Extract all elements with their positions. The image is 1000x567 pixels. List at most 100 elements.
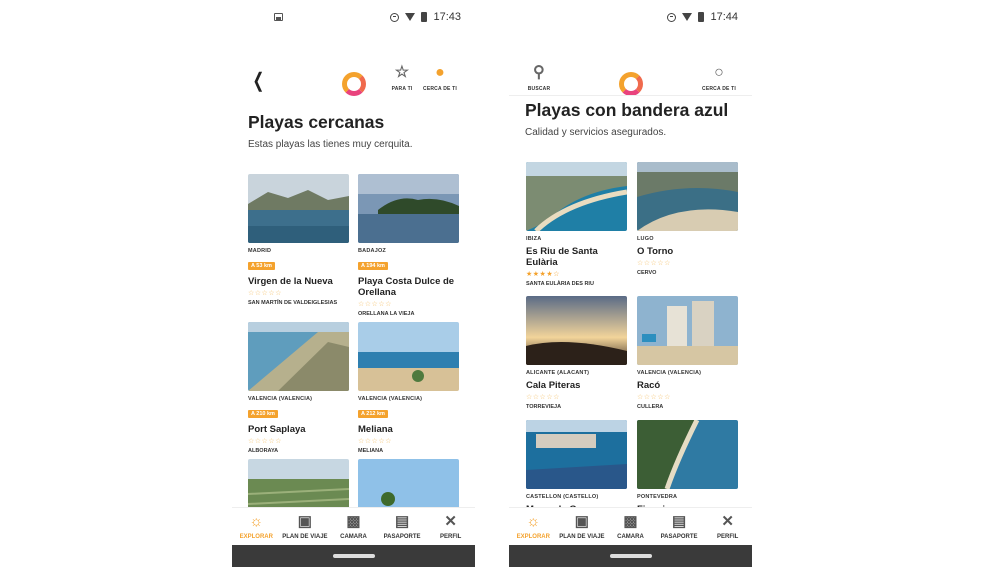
tab-perfil[interactable]: ✕ PERFIL xyxy=(704,508,752,545)
van-icon: ▣ xyxy=(574,513,589,530)
compass-icon: ☼ xyxy=(249,513,264,530)
tab-pasaporte[interactable]: ▤ PASAPORTE xyxy=(378,508,426,545)
beach-photo xyxy=(526,420,627,489)
clock: 17:44 xyxy=(710,11,738,23)
beach-card[interactable]: IBIZA Es Riu de Santa Eulària ★★★★☆ SANT… xyxy=(526,162,627,287)
beach-photo xyxy=(637,162,738,231)
tab-plan-de-viaje[interactable]: ▣ PLAN DE VIAJE xyxy=(281,508,329,545)
home-gesture-pill[interactable] xyxy=(333,554,375,558)
wifi-icon xyxy=(405,13,416,21)
card-town: CULLERA xyxy=(637,404,664,410)
card-town: SAN MARTÍN DE VALDEIGLESIAS xyxy=(248,300,338,306)
passport-icon: ▤ xyxy=(671,513,687,530)
app-logo xyxy=(619,72,643,96)
page-title: Playas con bandera azul xyxy=(525,100,729,120)
distance-badge: A 194 km xyxy=(358,262,388,270)
distance-badge: A 212 km xyxy=(358,410,388,418)
tab-explorar[interactable]: ☼ EXPLORAR xyxy=(509,508,557,545)
beach-name: O Torno xyxy=(637,246,674,257)
rating-stars: ☆☆☆☆☆ xyxy=(637,260,671,267)
clock: 17:43 xyxy=(433,11,461,23)
battery-icon xyxy=(421,12,428,22)
distance-badge: A 210 km xyxy=(248,410,278,418)
tab-camara[interactable]: ▩ CAMARA xyxy=(329,508,377,545)
search-icon: ⚲ xyxy=(533,64,545,81)
cutlery-icon: ✕ xyxy=(444,513,457,530)
wifi-icon xyxy=(682,13,693,21)
page-subtitle: Calidad y servicios asegurados. xyxy=(525,127,667,138)
card-region: VALENCIA (VALENCIA) xyxy=(637,370,702,376)
tab-camara[interactable]: ▩ CAMARA xyxy=(606,508,654,545)
beach-name: Virgen de la Nueva xyxy=(248,276,333,287)
buscar-button[interactable]: ⚲ BUSCAR xyxy=(517,64,561,92)
rating-stars: ☆☆☆☆☆ xyxy=(358,438,392,445)
passport-icon: ▤ xyxy=(394,513,410,530)
beach-card[interactable]: PONTEVEDRA Figueiras xyxy=(637,420,738,515)
beach-photo xyxy=(248,174,349,243)
system-nav-bar xyxy=(232,545,475,567)
battery-icon xyxy=(698,12,705,22)
card-region: LUGO xyxy=(637,236,654,242)
beach-photo xyxy=(358,174,459,243)
do-not-disturb-icon xyxy=(390,12,400,22)
beach-card[interactable]: VALENCIA (VALENCIA) A 212 km Meliana ☆☆☆… xyxy=(358,322,459,454)
compass-icon: ☼ xyxy=(526,513,541,530)
beach-card[interactable]: BADAJOZ A 194 km Playa Costa Dulce de Or… xyxy=(358,174,459,317)
card-region: CASTELLON (CASTELLO) xyxy=(526,494,599,500)
rating-stars: ☆☆☆☆☆ xyxy=(248,290,282,297)
beach-card[interactable]: VALENCIA (VALENCIA) Racó ☆☆☆☆☆ CULLERA xyxy=(637,296,738,410)
tab-pasaporte[interactable]: ▤ PASAPORTE xyxy=(655,508,703,545)
home-gesture-pill[interactable] xyxy=(610,554,652,558)
beach-name: Playa Costa Dulce de Orellana xyxy=(358,276,455,298)
camera-icon: ▩ xyxy=(623,513,638,530)
card-region: VALENCIA (VALENCIA) xyxy=(358,396,423,402)
beach-card[interactable]: MADRID A 53 km Virgen de la Nueva ☆☆☆☆☆ … xyxy=(248,174,349,306)
beach-name: Es Riu de Santa Eulària xyxy=(526,246,598,268)
beach-card[interactable]: LUGO O Torno ☆☆☆☆☆ CERVO xyxy=(637,162,738,276)
beach-card[interactable]: VALENCIA (VALENCIA) A 210 km Port Saplay… xyxy=(248,322,349,454)
bottom-tab-bar: ☼ EXPLORAR ▣ PLAN DE VIAJE ▩ CAMARA ▤ PA… xyxy=(509,507,752,545)
bottom-tab-bar: ☼ EXPLORAR ▣ PLAN DE VIAJE ▩ CAMARA ▤ PA… xyxy=(232,507,475,545)
card-region: ALICANTE (ALACANT) xyxy=(526,370,590,376)
rating-stars: ☆☆☆☆☆ xyxy=(358,301,392,308)
page-subtitle: Estas playas las tienes muy cerquita. xyxy=(248,139,413,150)
card-town: SANTA EULÀRIA DES RIU xyxy=(526,281,594,287)
location-pin-icon: ○ xyxy=(714,64,724,81)
top-navigation: ⚲ BUSCAR ○ CERCA DE TI xyxy=(509,60,752,98)
beach-name: Cala Piteras xyxy=(526,380,581,391)
rating-stars: ☆☆☆☆☆ xyxy=(526,394,560,401)
distance-badge: A 53 km xyxy=(248,262,275,270)
cerca-de-ti-button[interactable]: ● CERCA DE TI xyxy=(418,64,462,92)
page-title: Playas cercanas xyxy=(248,112,385,132)
rating-stars: ★★★★☆ xyxy=(526,271,560,278)
back-arrow-icon[interactable]: ❮ xyxy=(253,68,265,93)
beach-card[interactable]: ALICANTE (ALACANT) Cala Piteras ☆☆☆☆☆ TO… xyxy=(526,296,627,410)
beach-name: Meliana xyxy=(358,424,393,435)
card-town: ORELLANA LA VIEJA xyxy=(358,311,415,317)
do-not-disturb-icon xyxy=(667,12,677,22)
card-region: MADRID xyxy=(248,248,272,254)
van-icon: ▣ xyxy=(297,513,312,530)
screen-nearby-beaches: 17:43 ❮ ☆ PARA TI ● CERCA DE TI Playas c… xyxy=(232,0,475,567)
card-region: VALENCIA (VALENCIA) xyxy=(248,396,313,402)
tab-explorar[interactable]: ☼ EXPLORAR xyxy=(232,508,280,545)
card-region: IBIZA xyxy=(526,236,542,242)
beach-photo xyxy=(637,420,738,489)
rating-stars: ☆☆☆☆☆ xyxy=(248,438,282,445)
tab-plan-de-viaje[interactable]: ▣ PLAN DE VIAJE xyxy=(558,508,606,545)
beach-photo xyxy=(248,322,349,391)
card-town: ALBORAYA xyxy=(248,448,279,454)
card-region: PONTEVEDRA xyxy=(637,494,678,500)
rating-stars: ☆☆☆☆☆ xyxy=(637,394,671,401)
card-town: TORREVIEJA xyxy=(526,404,562,410)
card-town: MELIANA xyxy=(358,448,384,454)
beach-photo xyxy=(526,162,627,231)
status-bar: 17:43 xyxy=(232,0,475,38)
tab-perfil[interactable]: ✕ PERFIL xyxy=(427,508,475,545)
header-divider xyxy=(509,95,752,96)
beach-card[interactable]: CASTELLON (CASTELLO) Morro de Gos xyxy=(526,420,627,515)
location-pin-icon: ● xyxy=(435,64,445,81)
beach-photo xyxy=(526,296,627,365)
cerca-de-ti-button[interactable]: ○ CERCA DE TI xyxy=(697,64,741,92)
status-bar: 17:44 xyxy=(509,0,752,38)
